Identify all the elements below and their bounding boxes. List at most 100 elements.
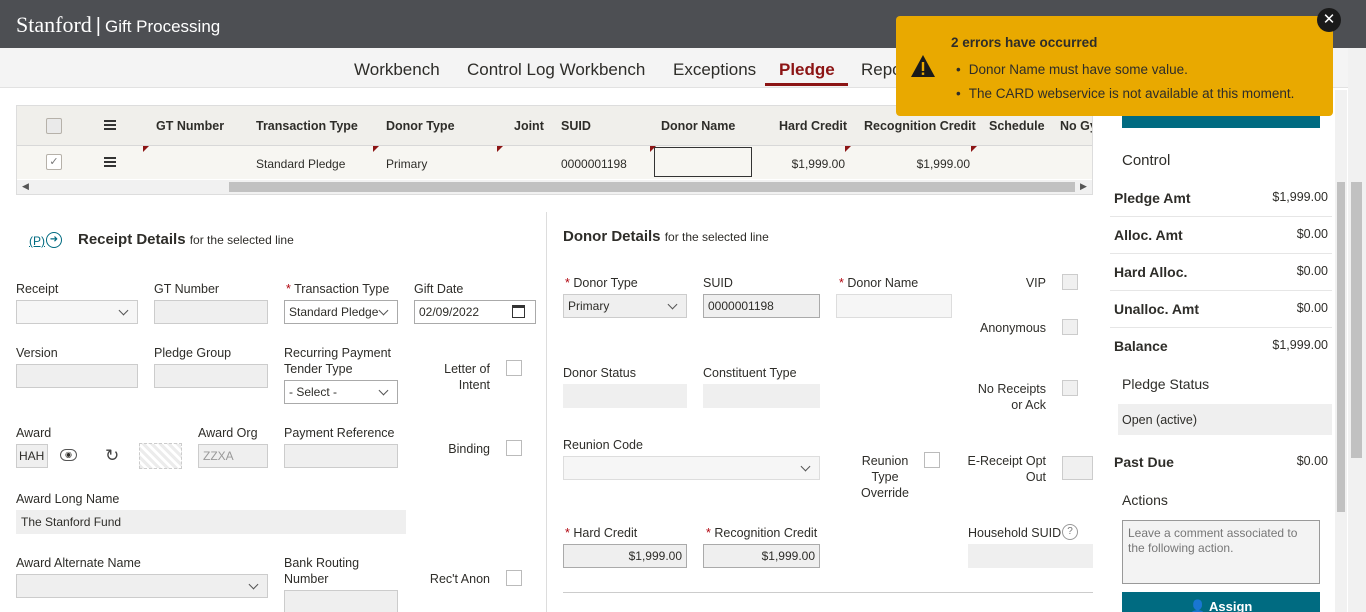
payment-reference-field[interactable] xyxy=(284,444,398,468)
control-title: Control xyxy=(1122,152,1171,169)
pledge-amt-value: $1,999.00 xyxy=(1272,190,1328,204)
transaction-type-select[interactable]: Standard Pledge xyxy=(284,300,398,324)
row-menu-icon[interactable] xyxy=(104,157,116,167)
balance-row: Balance $1,999.00 xyxy=(1110,328,1332,365)
reunion-type-override-label: Reunion Type Override xyxy=(852,453,918,501)
reunion-type-override-checkbox[interactable] xyxy=(924,452,940,468)
receipt-details-heading: Receipt Details xyxy=(78,231,186,248)
scroll-left-icon[interactable]: ◀ xyxy=(22,181,29,192)
brand-logo[interactable]: Stanford | Gift Processing xyxy=(16,12,220,38)
household-suid-field[interactable] xyxy=(968,544,1093,568)
rect-anon-checkbox[interactable] xyxy=(506,570,522,586)
pledge-group-field[interactable] xyxy=(154,364,268,388)
reunion-code-select[interactable] xyxy=(563,456,820,480)
recurring-tender-select[interactable]: - Select - xyxy=(284,380,398,404)
col-hard-credit[interactable]: Hard Credit xyxy=(779,119,847,133)
tag-icon[interactable] xyxy=(139,443,182,469)
scrollbar-thumb[interactable] xyxy=(229,182,1075,192)
cell-donor-name-editor[interactable] xyxy=(654,147,752,177)
receipt-select[interactable] xyxy=(16,300,138,324)
balance-label: Balance xyxy=(1114,338,1168,354)
award-field[interactable]: HAH xyxy=(16,444,48,468)
donor-status-field[interactable] xyxy=(563,384,687,408)
award-org-field[interactable]: ZZXA xyxy=(198,444,268,468)
award-alternate-name-select[interactable] xyxy=(16,574,268,598)
toast-title: 2 errors have occurred xyxy=(951,35,1098,50)
vip-checkbox[interactable] xyxy=(1062,274,1078,290)
scroll-right-icon[interactable]: ▶ xyxy=(1080,181,1087,192)
unalloc-amt-value: $0.00 xyxy=(1296,301,1328,315)
grid-horizontal-scrollbar[interactable]: ◀ ▶ xyxy=(17,180,1092,194)
alloc-amt-row: Alloc. Amt $0.00 xyxy=(1110,217,1332,254)
table-row[interactable]: ✓ Standard Pledge Primary 0000001198 $1,… xyxy=(17,146,1092,179)
col-suid[interactable]: SUID xyxy=(561,119,591,133)
refresh-icon[interactable]: ↻ xyxy=(105,446,119,466)
hard-alloc-label: Hard Alloc. xyxy=(1114,264,1188,280)
bank-routing-field[interactable] xyxy=(284,590,398,612)
ereceipt-label-line1: E-Receipt Opt xyxy=(967,454,1046,468)
ereceipt-label-line2: Out xyxy=(1025,470,1046,484)
hard-credit-field[interactable]: $1,999.00 xyxy=(563,544,687,568)
donor-type-select[interactable]: Primary xyxy=(563,294,687,318)
cell-marker xyxy=(497,146,503,152)
action-comment-textarea[interactable]: Leave a comment associated to the follow… xyxy=(1122,520,1320,584)
donor-name-field[interactable] xyxy=(836,294,952,318)
tab-pledge[interactable]: Pledge xyxy=(779,60,835,80)
household-suid-label: Household SUID xyxy=(968,526,1062,540)
col-donor-type[interactable]: Donor Type xyxy=(386,119,455,133)
arrow-right-circle-icon[interactable]: ➜ xyxy=(46,232,62,248)
ereceipt-opt-out-label: E-Receipt Opt Out xyxy=(956,453,1046,485)
award-label: Award xyxy=(16,426,52,440)
constituent-type-label: Constituent Type xyxy=(703,366,797,380)
calendar-icon[interactable] xyxy=(512,305,525,318)
donor-details-subtitle: for the selected line xyxy=(664,230,769,244)
col-transaction-type[interactable]: Transaction Type xyxy=(256,119,358,133)
assign-button[interactable]: 👤 Assign xyxy=(1122,592,1320,612)
version-field[interactable] xyxy=(16,364,138,388)
col-recognition-credit[interactable]: Recognition Credit xyxy=(864,119,976,133)
row-checkbox[interactable]: ✓ xyxy=(46,154,62,170)
primary-link[interactable]: (P) xyxy=(29,234,45,248)
ereceipt-opt-out-checkbox[interactable] xyxy=(1062,456,1093,480)
page-scrollbar-thumb[interactable] xyxy=(1351,182,1362,458)
panel-scrollbar[interactable] xyxy=(1335,90,1347,612)
view-award-icon[interactable]: ◉ xyxy=(60,449,77,461)
col-gt-number[interactable]: GT Number xyxy=(156,119,224,133)
select-all-checkbox[interactable] xyxy=(46,118,62,134)
col-donor-name[interactable]: Donor Name xyxy=(661,119,735,133)
tab-control-log-workbench[interactable]: Control Log Workbench xyxy=(467,60,645,80)
anonymous-checkbox[interactable] xyxy=(1062,319,1078,335)
recognition-credit-field[interactable]: $1,999.00 xyxy=(703,544,820,568)
close-icon[interactable]: ✕ xyxy=(1317,8,1341,32)
gt-number-field[interactable] xyxy=(154,300,268,324)
no-receipts-checkbox[interactable] xyxy=(1062,380,1078,396)
version-label: Version xyxy=(16,346,58,360)
award-org-label: Award Org xyxy=(198,426,258,440)
award-long-name-field[interactable]: The Stanford Fund xyxy=(16,510,406,534)
bank-routing-label-line2: Number xyxy=(284,572,329,586)
receipt-label: Receipt xyxy=(16,282,59,296)
panel-scrollbar-thumb[interactable] xyxy=(1337,182,1345,512)
hard-alloc-row: Hard Alloc. $0.00 xyxy=(1110,254,1332,291)
help-icon[interactable]: ? xyxy=(1062,524,1078,540)
tab-workbench[interactable]: Workbench xyxy=(354,60,440,80)
donor-status-label: Donor Status xyxy=(563,366,636,380)
page-scrollbar[interactable] xyxy=(1348,48,1366,612)
column-menu-icon[interactable] xyxy=(104,120,116,130)
letter-of-intent-checkbox[interactable] xyxy=(506,360,522,376)
donor-type-label: * Donor Type xyxy=(565,276,638,290)
col-joint[interactable]: Joint xyxy=(514,119,544,133)
col-no-gy[interactable]: No Gy xyxy=(1060,119,1092,133)
brand-name: Stanford xyxy=(16,12,92,37)
pledge-amt-label: Pledge Amt xyxy=(1114,190,1191,206)
cell-marker xyxy=(143,146,149,152)
tab-exceptions[interactable]: Exceptions xyxy=(673,60,756,80)
suid-field[interactable]: 0000001198 xyxy=(703,294,820,318)
recognition-credit-label-text: Recognition Credit xyxy=(714,526,818,540)
actions-title: Actions xyxy=(1122,492,1168,508)
binding-checkbox[interactable] xyxy=(506,440,522,456)
error-list: Donor Name must have some value. The CAR… xyxy=(956,58,1295,106)
constituent-type-field[interactable] xyxy=(703,384,820,408)
col-schedule[interactable]: Schedule xyxy=(989,119,1045,133)
recurring-tender-label-line2: Tender Type xyxy=(284,362,353,376)
